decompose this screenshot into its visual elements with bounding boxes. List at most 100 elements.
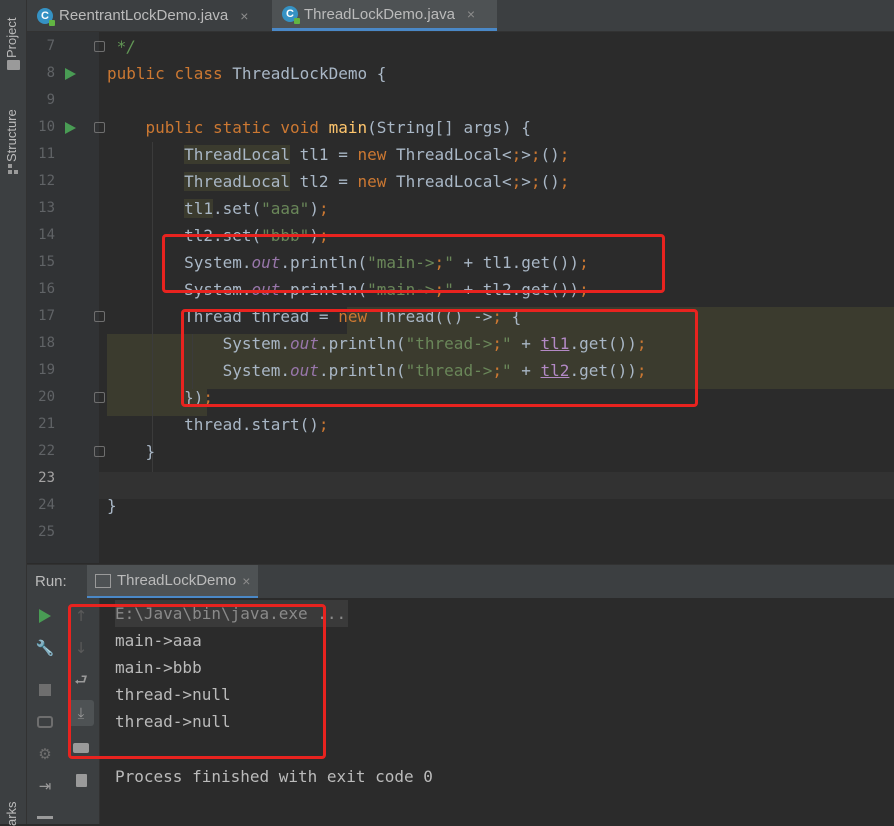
run-toolbar: 🔧 ⚙ ⇥ <box>27 598 63 824</box>
code-line[interactable]: 20 }); <box>27 384 894 411</box>
line-number: 8 <box>46 65 55 81</box>
camera-icon[interactable] <box>35 712 55 732</box>
code-line[interactable]: 10 public static void main(String[] args… <box>27 114 894 141</box>
down-arrow-icon[interactable]: ↓ <box>71 638 91 658</box>
code-line[interactable]: 13 tl1.set("aaa"); <box>27 195 894 222</box>
line-number: 11 <box>38 146 55 162</box>
code-text: tl1.set("aaa"); <box>184 199 329 218</box>
code-line[interactable]: 23 <box>27 465 894 492</box>
code-line[interactable]: 8 public class ThreadLockDemo { <box>27 60 894 87</box>
rerun-icon[interactable] <box>35 606 55 626</box>
structure-icon <box>8 164 19 175</box>
run-gutter-icon[interactable] <box>65 68 76 80</box>
run-gutter-icon[interactable] <box>65 122 76 134</box>
code-text: System.out.println("main->;" + tl2.get()… <box>107 280 589 299</box>
console-line: main->bbb <box>115 658 202 677</box>
trash-icon[interactable] <box>71 770 91 790</box>
exit-icon[interactable]: ⇥ <box>35 776 55 796</box>
bookmarks-tool-button[interactable]: arks <box>4 801 19 826</box>
structure-tool-button[interactable]: Structure <box>4 109 19 162</box>
folder-icon <box>7 60 20 70</box>
console-exit-line: Process finished with exit code 0 <box>115 767 433 786</box>
java-class-icon: C <box>282 6 300 24</box>
code-line[interactable]: 19 System.out.println("thread->;" + tl2.… <box>27 357 894 384</box>
code-line[interactable]: 16 System.out.println("main->;" + tl2.ge… <box>27 276 894 303</box>
code-text: ThreadLocal tl2 = new ThreadLocal<;>;(); <box>184 172 570 191</box>
line-number: 19 <box>38 362 55 378</box>
code-line[interactable]: 15 System.out.println("main->;" + tl1.ge… <box>27 249 894 276</box>
code-text: } <box>107 442 156 461</box>
close-icon[interactable]: × <box>467 6 475 22</box>
tab-label: ThreadLockDemo.java <box>304 5 455 23</box>
editor-tab-bar: C ReentrantLockDemo.java × C ThreadLockD… <box>27 0 894 32</box>
code-text: thread.start(); <box>107 415 329 434</box>
line-number: 12 <box>38 173 55 189</box>
tab-label: ReentrantLockDemo.java <box>59 7 229 24</box>
line-number: 7 <box>46 38 55 54</box>
console-icon <box>95 573 111 588</box>
code-text: public static void main(String[] args) { <box>145 118 531 137</box>
code-text: */ <box>107 37 136 56</box>
run-tab-label: ThreadLockDemo <box>117 572 237 589</box>
code-line[interactable]: 14 tl2.set("bbb"); <box>27 222 894 249</box>
console-line: thread->null <box>115 712 231 731</box>
code-text: Thread thread = new Thread(() ->; { <box>107 307 522 326</box>
close-icon[interactable]: × <box>242 573 250 589</box>
line-number: 17 <box>38 308 55 324</box>
line-number: 21 <box>38 416 55 432</box>
code-line[interactable]: 25 <box>27 519 894 546</box>
line-number: 25 <box>38 524 55 540</box>
code-text: System.out.println("main->;" + tl1.get()… <box>107 253 589 272</box>
up-arrow-icon[interactable]: ↑ <box>71 606 91 626</box>
code-text: ThreadLocal tl1 = new ThreadLocal<;>;(); <box>184 145 570 164</box>
pin-icon[interactable] <box>37 816 53 819</box>
line-number: 24 <box>38 497 55 513</box>
wrench-icon[interactable]: 🔧 <box>35 638 55 658</box>
code-line[interactable]: 21 thread.start(); <box>27 411 894 438</box>
close-icon[interactable]: × <box>240 8 248 24</box>
line-number: 10 <box>38 119 55 135</box>
console-line: main->aaa <box>115 631 202 650</box>
code-line[interactable]: 22 } <box>27 438 894 465</box>
code-text: tl2.set("bbb"); <box>107 226 329 245</box>
run-label: Run: <box>35 573 67 590</box>
code-line[interactable]: 18 System.out.println("thread->;" + tl1.… <box>27 330 894 357</box>
tab-reentrantlockdemo[interactable]: C ReentrantLockDemo.java × <box>27 0 272 31</box>
line-number: 23 <box>38 470 55 486</box>
code-line[interactable]: 12 ThreadLocal tl2 = new ThreadLocal<;>;… <box>27 168 894 195</box>
console-command-line: E:\Java\bin\java.exe ... <box>115 600 349 627</box>
fold-marker-icon[interactable] <box>94 41 105 52</box>
tab-threadlockdemo[interactable]: C ThreadLockDemo.java × <box>272 0 497 31</box>
line-number: 14 <box>38 227 55 243</box>
line-number: 18 <box>38 335 55 351</box>
print-icon[interactable] <box>71 738 91 758</box>
console-output[interactable]: E:\Java\bin\java.exe ... main->aaa main-… <box>100 598 894 824</box>
code-line[interactable]: 17 Thread thread = new Thread(() ->; { <box>27 303 894 330</box>
code-text: System.out.println("thread->;" + tl1.get… <box>107 334 647 353</box>
run-tab-threadlockdemo[interactable]: ThreadLockDemo × <box>87 565 259 599</box>
fold-marker-icon[interactable] <box>94 311 105 322</box>
fold-marker-icon[interactable] <box>94 392 105 403</box>
fold-marker-icon[interactable] <box>94 446 105 457</box>
code-editor[interactable]: 7 */ 8 public class ThreadLockDemo {9 10 pu… <box>27 32 894 563</box>
run-panel-header: Run: ThreadLockDemo × <box>27 564 894 599</box>
code-text: public class ThreadLockDemo { <box>107 64 387 83</box>
line-number: 15 <box>38 254 55 270</box>
line-number: 16 <box>38 281 55 297</box>
stop-icon[interactable] <box>35 680 55 700</box>
console-toolbar: ↑ ↓ ⮐ ⤓ <box>63 598 100 824</box>
scroll-to-end-icon[interactable]: ⤓ <box>68 700 94 726</box>
code-text: }); <box>107 388 213 407</box>
code-text: System.out.println("thread->;" + tl2.get… <box>107 361 647 380</box>
soft-wrap-icon[interactable]: ⮐ <box>71 671 91 692</box>
line-number: 13 <box>38 200 55 216</box>
line-number: 22 <box>38 443 55 459</box>
left-tool-strip: Project Structure arks <box>0 0 27 826</box>
code-line[interactable]: 9 <box>27 87 894 114</box>
project-tool-button[interactable]: Project <box>4 18 19 58</box>
fold-marker-icon[interactable] <box>94 122 105 133</box>
code-line[interactable]: 11 ThreadLocal tl1 = new ThreadLocal<;>;… <box>27 141 894 168</box>
settings-gear-icon[interactable]: ⚙ <box>35 744 55 764</box>
code-line[interactable]: 24} <box>27 492 894 519</box>
code-line[interactable]: 7 */ <box>27 33 894 60</box>
